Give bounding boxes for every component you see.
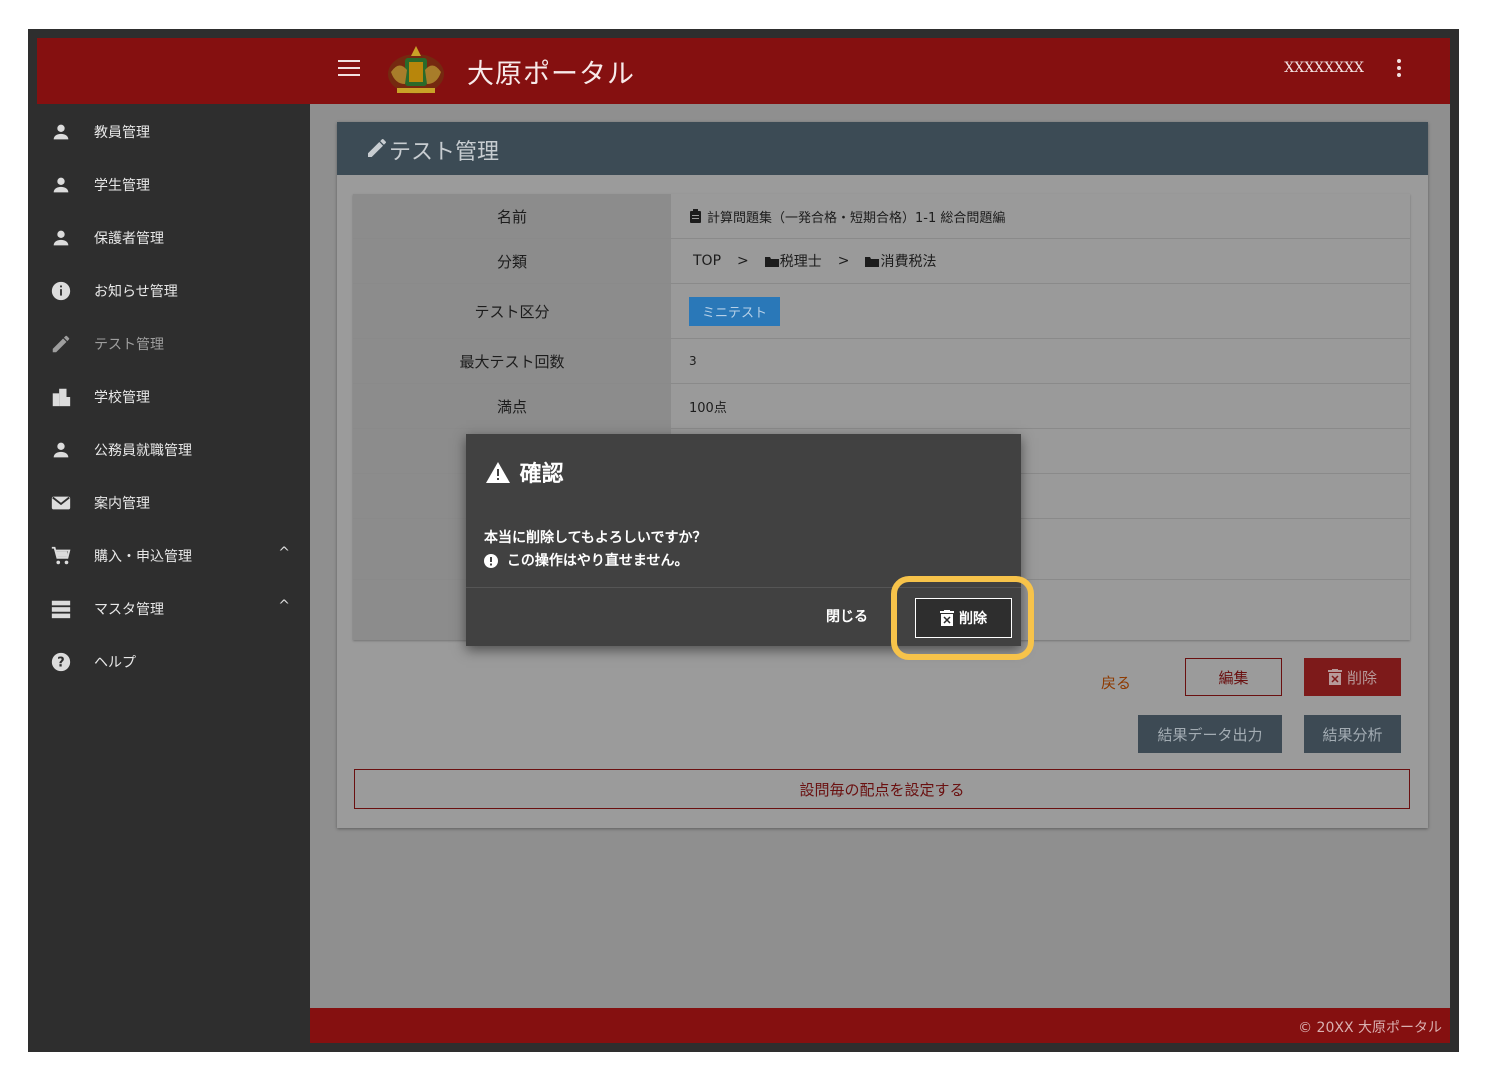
svg-text:?: ? xyxy=(57,656,64,671)
sidebar-item-guardians[interactable]: 保護者管理 xyxy=(28,210,310,263)
dialog-title: 確認 xyxy=(486,456,564,488)
category-breadcrumb: TOP > 税理士 > 消費税法 xyxy=(689,239,936,283)
sidebar-item-teachers[interactable]: 教員管理 xyxy=(28,104,310,157)
sidebar-item-label: お知らせ管理 xyxy=(94,284,178,300)
person-icon xyxy=(53,442,69,458)
sidebar-item-purchase[interactable]: 購入・申込管理 ^ xyxy=(28,528,310,581)
field-value: 3 xyxy=(689,354,697,368)
sidebar-item-label: 案内管理 xyxy=(94,496,150,512)
menu-icon[interactable] xyxy=(338,60,360,78)
user-name[interactable]: XXXXXXXX xyxy=(1284,60,1364,76)
person-icon xyxy=(53,124,69,140)
page-title: テスト管理 xyxy=(389,140,500,165)
dialog-close-button[interactable]: 閉じる xyxy=(826,606,868,626)
dialog-delete-label: 削除 xyxy=(959,611,987,627)
info-icon xyxy=(51,281,71,301)
sidebar-item-label: マスタ管理 xyxy=(94,602,164,618)
breadcrumb-top[interactable]: TOP xyxy=(693,253,721,269)
breadcrumb-separator: > xyxy=(737,253,749,269)
sidebar-item-label: 公務員就職管理 xyxy=(94,443,192,459)
clipboard-icon xyxy=(690,209,701,223)
sidebar-item-master[interactable]: マスタ管理 ^ xyxy=(28,581,310,634)
sidebar-item-students[interactable]: 学生管理 xyxy=(28,157,310,210)
table-row: 満点 100点 xyxy=(353,384,1410,429)
person-icon xyxy=(53,177,69,193)
copyright: © 20XX 大原ポータル xyxy=(1298,1020,1442,1036)
field-value: ミニテスト xyxy=(689,284,781,338)
trash-icon xyxy=(1327,669,1342,685)
folder-icon xyxy=(764,256,779,267)
building-icon xyxy=(52,388,71,407)
table-row: 名前 計算問題集（一発合格・短期合格）1-1 総合問題編 xyxy=(353,194,1410,239)
sidebar-item-label: 教員管理 xyxy=(94,125,150,141)
pencil-icon xyxy=(368,139,386,157)
field-value: 計算問題集（一発合格・短期合格）1-1 総合問題編 xyxy=(689,194,1005,238)
dialog-warning: この操作はやり直せません。 xyxy=(484,550,688,570)
sidebar-item-schools[interactable]: 学校管理 xyxy=(28,369,310,422)
folder-icon xyxy=(865,256,880,267)
card-header: テスト管理 xyxy=(337,122,1428,175)
sidebar-item-notices[interactable]: お知らせ管理 xyxy=(28,263,310,316)
field-label: 最大テスト回数 xyxy=(353,339,671,383)
chevron-up-icon[interactable]: ^ xyxy=(278,545,290,561)
more-vert-icon[interactable] xyxy=(1396,59,1402,81)
set-points-button[interactable]: 設問毎の配点を設定する xyxy=(354,769,1410,809)
breadcrumb-item[interactable]: 消費税法 xyxy=(880,251,936,271)
field-label: 名前 xyxy=(353,194,671,238)
sidebar-item-label: 学校管理 xyxy=(94,390,150,406)
breadcrumb-item[interactable]: 税理士 xyxy=(780,251,822,271)
delete-button[interactable]: 削除 xyxy=(1304,658,1401,696)
sidebar: 教員管理 学生管理 保護者管理 お知らせ管理 テスト管理 学校管理 公務員就職管… xyxy=(28,104,310,1052)
app-title: 大原ポータル xyxy=(467,59,635,90)
sidebar-item-label: 学生管理 xyxy=(94,178,150,194)
table-row: 最大テスト回数 3 xyxy=(353,339,1410,384)
field-label: 分類 xyxy=(353,239,671,283)
list-icon xyxy=(51,600,71,619)
analysis-button[interactable]: 結果分析 xyxy=(1304,715,1401,753)
test-type-badge: ミニテスト xyxy=(689,296,781,326)
top-bar: 大原ポータル XXXXXXXX xyxy=(37,38,1450,104)
alert-circle-icon xyxy=(484,554,498,568)
logo xyxy=(388,46,444,94)
table-row: 分類 TOP > 税理士 > 消費税法 xyxy=(353,239,1410,284)
export-results-button[interactable]: 結果データ出力 xyxy=(1138,715,1282,753)
pencil-icon xyxy=(52,335,70,353)
breadcrumb-separator: > xyxy=(837,253,850,269)
warning-icon xyxy=(486,462,510,483)
sidebar-item-guides[interactable]: 案内管理 xyxy=(28,475,310,528)
sidebar-item-help[interactable]: ? ヘルプ xyxy=(28,634,310,687)
chevron-up-icon[interactable]: ^ xyxy=(278,598,290,614)
help-icon: ? xyxy=(51,652,71,672)
sidebar-item-label: 保護者管理 xyxy=(94,231,164,247)
sidebar-item-label: テスト管理 xyxy=(94,337,164,353)
test-name: 計算問題集（一発合格・短期合格）1-1 総合問題編 xyxy=(707,210,1006,226)
footer: © 20XX 大原ポータル xyxy=(310,1008,1450,1043)
dialog-title-text: 確認 xyxy=(519,462,564,487)
back-button[interactable]: 戻る xyxy=(1076,663,1156,701)
field-label: 満点 xyxy=(353,384,671,428)
field-label: テスト区分 xyxy=(353,284,671,338)
dialog-message: 本当に削除してもよろしいですか？ xyxy=(484,530,707,546)
delete-button-label: 削除 xyxy=(1346,668,1377,687)
dialog-delete-button[interactable]: 削除 xyxy=(915,598,1012,638)
person-icon xyxy=(53,230,69,246)
dialog-warning-text: この操作はやり直せません。 xyxy=(506,553,689,569)
cart-icon xyxy=(51,546,71,565)
mail-icon xyxy=(51,496,71,510)
sidebar-item-label: ヘルプ xyxy=(94,655,136,671)
sidebar-item-label: 購入・申込管理 xyxy=(94,549,192,565)
sidebar-item-civil-service[interactable]: 公務員就職管理 xyxy=(28,422,310,475)
sidebar-item-tests[interactable]: テスト管理 xyxy=(28,316,310,369)
trash-icon xyxy=(940,610,954,626)
field-value: 100点 xyxy=(689,400,727,416)
edit-button[interactable]: 編集 xyxy=(1185,658,1282,696)
table-row: テスト区分 ミニテスト xyxy=(353,284,1410,339)
